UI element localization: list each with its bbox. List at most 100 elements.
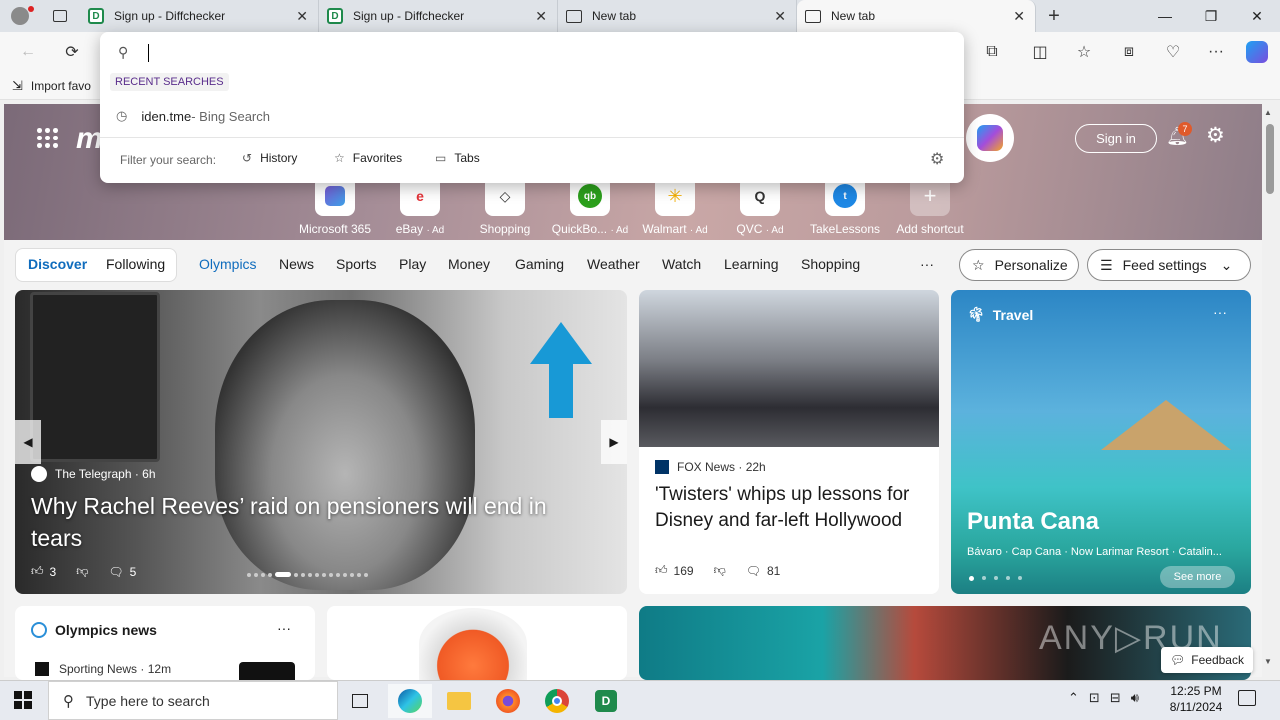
- edge-taskbar-icon[interactable]: [388, 684, 432, 718]
- tab-newtab-2[interactable]: New tab ✕: [797, 0, 1036, 32]
- nav-shopping[interactable]: Shopping: [801, 256, 860, 272]
- like-icon[interactable]: 👍︎: [655, 563, 668, 578]
- close-window-button[interactable]: ✕: [1234, 0, 1280, 32]
- carousel-next-button[interactable]: ▶: [601, 420, 627, 464]
- helmet-ad-card[interactable]: [327, 606, 627, 680]
- comment-icon[interactable]: 🗨︎: [746, 564, 761, 578]
- nav-watch[interactable]: Watch: [662, 256, 701, 272]
- tab-diffchecker-1[interactable]: D Sign up - Diffchecker ✕: [80, 0, 319, 32]
- import-favorites-button[interactable]: ⇲ Import favo: [12, 78, 91, 94]
- travel-dots[interactable]: [969, 576, 1022, 581]
- dislike-icon[interactable]: 👎︎: [76, 564, 88, 579]
- nav-learning[interactable]: Learning: [724, 256, 779, 272]
- settings-more-icon[interactable]: ···: [1204, 40, 1228, 64]
- shortcut-ebay[interactable]: e eBay · Ad: [380, 176, 460, 236]
- like-icon[interactable]: 👍︎: [31, 564, 44, 579]
- split-screen-icon[interactable]: ◫: [1028, 40, 1052, 64]
- twisters-card[interactable]: FOX News · 22h 'Twisters' whips up lesso…: [639, 290, 939, 594]
- tab-actions-icon[interactable]: [40, 0, 80, 32]
- shortcut-shopping[interactable]: ◇ Shopping: [465, 176, 545, 236]
- fox-news-source[interactable]: FOX News · 22h: [655, 460, 766, 474]
- taskbar-search-box[interactable]: ⚲ Type here to search: [48, 681, 338, 720]
- comment-icon[interactable]: 🗨︎: [108, 565, 123, 579]
- refresh-icon[interactable]: ⟳: [60, 40, 84, 64]
- minimize-button[interactable]: —: [1142, 0, 1188, 32]
- firefox-icon[interactable]: [486, 684, 530, 718]
- address-input[interactable]: [148, 42, 938, 64]
- carousel-dots[interactable]: [247, 572, 368, 577]
- diffchecker-taskbar-icon[interactable]: D: [584, 684, 628, 718]
- twisters-headline[interactable]: 'Twisters' whips up lessons for Disney a…: [655, 482, 925, 534]
- shortcut-quickbooks[interactable]: qb QuickBo... · Ad: [550, 176, 630, 236]
- shortcut-microsoft365[interactable]: Microsoft 365: [295, 176, 375, 236]
- task-view-icon[interactable]: [338, 684, 382, 718]
- shortcut-qvc[interactable]: Q QVC · Ad: [720, 176, 800, 236]
- collections-icon[interactable]: ⧈: [1117, 40, 1141, 64]
- telegraph-source[interactable]: The Telegraph · 6h: [31, 466, 156, 482]
- close-icon[interactable]: ✕: [774, 8, 786, 25]
- nav-weather[interactable]: Weather: [587, 256, 640, 272]
- close-icon[interactable]: ✕: [535, 8, 547, 25]
- volume-icon[interactable]: 🔊︎: [1131, 690, 1139, 706]
- new-tab-button[interactable]: +: [1036, 0, 1072, 32]
- olympics-more-icon[interactable]: ···: [277, 620, 291, 636]
- main-headline[interactable]: Why Rachel Reeves’ raid on pensioners wi…: [31, 490, 601, 554]
- olympics-news-card[interactable]: Olympics news ··· Sporting News · 12m: [15, 606, 315, 680]
- filter-tabs-button[interactable]: ▭ Tabs: [435, 151, 480, 165]
- filter-favorites-button[interactable]: ☆ Favorites: [334, 151, 402, 165]
- travel-card[interactable]: 🌴︎ Travel ··· Punta Cana Bávaro · Cap Ca…: [951, 290, 1251, 594]
- network-icon[interactable]: ⊟: [1110, 690, 1121, 706]
- nav-gaming[interactable]: Gaming: [515, 256, 564, 272]
- feed-settings-button[interactable]: ☰ Feed settings ⌄: [1087, 249, 1251, 281]
- page-settings-gear-icon[interactable]: ⚙: [1206, 123, 1225, 148]
- extensions-icon[interactable]: ⧉: [980, 40, 1004, 64]
- close-icon[interactable]: ✕: [1013, 8, 1025, 25]
- clock[interactable]: 12:25 PM 8/11/2024: [1160, 683, 1232, 715]
- copilot-icon[interactable]: [1245, 40, 1269, 64]
- favorites-star-icon[interactable]: ☆: [1072, 40, 1096, 64]
- nav-more-icon[interactable]: ···: [920, 256, 934, 272]
- nav-news[interactable]: News: [279, 256, 314, 272]
- main-carousel-card[interactable]: ◀ ▶ The Telegraph · 6h Why Rachel Reeves…: [15, 290, 627, 594]
- add-shortcut-button[interactable]: + Add shortcut: [890, 176, 970, 236]
- tab-discover[interactable]: Discover: [28, 256, 87, 272]
- feedback-button[interactable]: 💬︎ Feedback: [1161, 647, 1253, 673]
- scroll-up-arrow[interactable]: ▲: [1264, 108, 1272, 117]
- tray-chevron-up-icon[interactable]: ⌃: [1068, 690, 1079, 706]
- nav-play[interactable]: Play: [399, 256, 426, 272]
- tab-diffchecker-2[interactable]: D Sign up - Diffchecker ✕: [319, 0, 558, 32]
- anime-feature-card[interactable]: ANY▷RUN: [639, 606, 1251, 680]
- nav-olympics[interactable]: Olympics: [199, 256, 257, 272]
- close-icon[interactable]: ✕: [296, 8, 308, 25]
- windows-start-icon[interactable]: [14, 691, 32, 709]
- sign-in-button[interactable]: Sign in: [1075, 124, 1157, 153]
- back-icon[interactable]: ←: [16, 40, 40, 64]
- filter-history-button[interactable]: ↺ History: [242, 151, 297, 165]
- restore-button[interactable]: ❐: [1188, 0, 1234, 32]
- travel-more-icon[interactable]: ···: [1213, 304, 1227, 320]
- see-more-button[interactable]: See more: [1160, 566, 1235, 588]
- travel-title[interactable]: Punta Cana: [967, 508, 1099, 536]
- nav-money[interactable]: Money: [448, 256, 490, 272]
- personalize-button[interactable]: ☆ Personalize: [959, 249, 1079, 281]
- shortcut-walmart[interactable]: ✳ Walmart · Ad: [635, 176, 715, 236]
- file-explorer-icon[interactable]: [437, 684, 481, 718]
- dislike-icon[interactable]: 👎︎: [714, 563, 726, 578]
- tab-following[interactable]: Following: [106, 256, 165, 272]
- copilot-search-icon[interactable]: [966, 114, 1014, 162]
- tray-device-icon[interactable]: ⊡: [1089, 690, 1100, 706]
- nav-sports[interactable]: Sports: [336, 256, 376, 272]
- shortcut-takelessons[interactable]: t TakeLessons: [805, 176, 885, 236]
- recent-search-item[interactable]: ◷ iden.tme - Bing Search: [100, 104, 964, 128]
- carousel-prev-button[interactable]: ◀: [15, 420, 41, 464]
- search-settings-gear-icon[interactable]: ⚙: [930, 149, 944, 169]
- tab-newtab-1[interactable]: New tab ✕: [558, 0, 797, 32]
- browser-essentials-icon[interactable]: ♡: [1161, 40, 1185, 64]
- apps-grid-icon[interactable]: [37, 128, 58, 148]
- scroll-down-arrow[interactable]: ▼: [1264, 657, 1272, 666]
- travel-category[interactable]: 🌴︎ Travel: [967, 306, 1033, 323]
- profile-avatar[interactable]: [0, 0, 40, 32]
- notification-center-icon[interactable]: [1238, 690, 1256, 706]
- chrome-icon[interactable]: [535, 684, 579, 718]
- sporting-news-source[interactable]: Sporting News · 12m: [35, 662, 171, 676]
